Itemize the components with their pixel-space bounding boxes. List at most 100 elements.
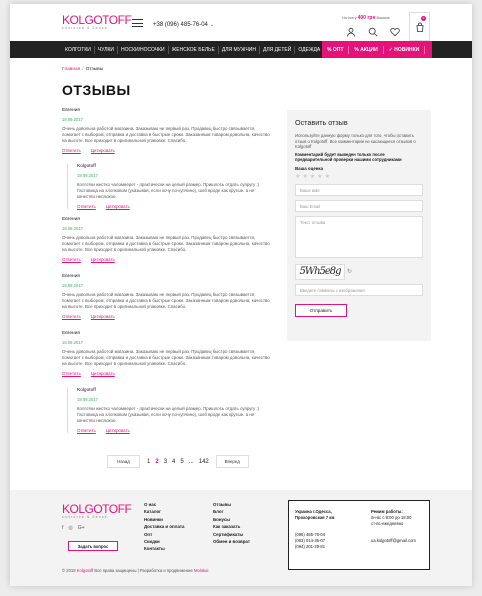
nav-item-novinki[interactable]: ✓ НОВИНКИ bbox=[384, 45, 426, 54]
star-icon[interactable]: ★ bbox=[302, 173, 307, 180]
footer-link[interactable]: Доставка и оплата bbox=[144, 523, 184, 530]
reply-link[interactable]: Ответить bbox=[62, 371, 81, 376]
review-date: 18.09.2017 bbox=[77, 173, 98, 178]
star-icon[interactable]: ★ bbox=[325, 173, 330, 180]
nav-item-kolgotki[interactable]: КОЛГОТКИ bbox=[62, 45, 95, 54]
footer-link[interactable]: Контакты bbox=[144, 545, 184, 552]
review-actions: Ответить Цитировать bbox=[77, 204, 267, 209]
page-title: ОТЗЫВЫ bbox=[62, 82, 131, 98]
ask-question-button[interactable]: Задать вопрос bbox=[68, 541, 118, 551]
footer-link[interactable]: Обмен и возврат bbox=[213, 538, 250, 545]
search-icon[interactable] bbox=[362, 22, 384, 41]
review-date: 18.09.2017 bbox=[62, 226, 83, 231]
footer-logo[interactable]: KOLGOTOFF колготки & белье bbox=[62, 502, 132, 519]
balance-amount: 400 грн bbox=[357, 15, 376, 21]
menu-icon[interactable] bbox=[132, 19, 143, 27]
reply-link[interactable]: Ответить bbox=[62, 257, 81, 262]
quote-link[interactable]: Цитировать bbox=[91, 314, 115, 319]
refresh-icon[interactable]: ↻ bbox=[347, 268, 352, 275]
reply-link[interactable]: Ответить bbox=[77, 428, 96, 433]
breadcrumb-home[interactable]: Главная bbox=[62, 67, 80, 72]
nav-item-opt[interactable]: % ОПТ bbox=[322, 45, 350, 54]
review-text: Очень довольна работой магазина. Заказыв… bbox=[62, 349, 270, 366]
review-date: 18.09.2017 bbox=[62, 117, 83, 122]
nav-item-noski[interactable]: НОСКИ/НОСОЧКИ bbox=[118, 45, 169, 54]
footer-link[interactable]: Новинки bbox=[144, 516, 184, 523]
breadcrumb-separator: / bbox=[82, 67, 84, 72]
nav-item-zhenskoe-bele[interactable]: ЖЕНСКОЕ БЕЛЬЕ bbox=[169, 45, 219, 54]
developer-link[interactable]: Molokai bbox=[194, 568, 208, 573]
page-link[interactable]: 3 bbox=[164, 459, 167, 465]
page-numbers: 1 2 3 4 5 ... 142 bbox=[147, 459, 209, 465]
footer-link[interactable]: Каталог bbox=[144, 508, 184, 515]
prev-page-button[interactable]: Назад bbox=[107, 455, 140, 468]
reply-link[interactable]: Ответить bbox=[62, 314, 81, 319]
nav-item-chulki[interactable]: ЧУЛКИ bbox=[95, 45, 118, 54]
instagram-icon[interactable]: ◎ bbox=[68, 525, 72, 531]
rating-stars[interactable]: ★ ★ ★ ★ ★ bbox=[295, 173, 423, 180]
header: KOLGOTOFF колготки & белье +38 (096) 485… bbox=[10, 4, 472, 41]
footer-link[interactable]: Скидки bbox=[144, 538, 184, 545]
review-item: Евгения 18.09.2017 Очень довольна работо… bbox=[62, 331, 274, 376]
footer: KOLGOTOFF колготки & белье f ◎ G+ Задать… bbox=[10, 490, 472, 586]
quote-link[interactable]: Цитировать bbox=[106, 428, 130, 433]
reply-link[interactable]: Ответить bbox=[62, 148, 81, 153]
captcha-row: 5Wh5e8g ↻ bbox=[295, 263, 423, 280]
contact-address: Украина г.Одесса, Прохоровская 7 км bbox=[295, 509, 335, 520]
page-ellipsis: ... bbox=[188, 458, 194, 465]
quote-link[interactable]: Цитировать bbox=[106, 204, 130, 209]
promo-nav: % ОПТ % АКЦИИ ✓ НОВИНКИ bbox=[322, 41, 432, 58]
nav-item-odezhda[interactable]: ОДЕЖДА bbox=[295, 45, 325, 54]
quote-link[interactable]: Цитировать bbox=[91, 257, 115, 262]
footer-link[interactable]: Блог bbox=[213, 508, 250, 515]
review-text: Очень довольна работой магазина. Заказыв… bbox=[62, 126, 270, 143]
footer-link[interactable]: Сертификаты bbox=[213, 531, 250, 538]
logo-text: KOLGOTOFF bbox=[62, 13, 132, 27]
star-icon[interactable]: ★ bbox=[317, 173, 322, 180]
footer-link[interactable]: Опт bbox=[144, 531, 184, 538]
header-phone[interactable]: +38 (096) 485-76-04 ⌄ bbox=[153, 22, 214, 28]
facebook-icon[interactable]: f bbox=[62, 525, 63, 531]
breadcrumb-current: Отзывы bbox=[85, 67, 104, 72]
page-link[interactable]: 5 bbox=[180, 459, 183, 465]
heart-icon[interactable] bbox=[384, 22, 406, 41]
submit-button[interactable]: Отправить bbox=[295, 303, 347, 317]
star-icon[interactable]: ★ bbox=[310, 173, 315, 180]
footer-link[interactable]: Бонусы bbox=[213, 516, 250, 523]
page-link-current[interactable]: 2 bbox=[155, 459, 158, 465]
email-field[interactable]: Ваш Email bbox=[295, 199, 423, 212]
logo[interactable]: KOLGOTOFF колготки & белье bbox=[62, 13, 132, 30]
review-textarea[interactable]: Текст отзыва bbox=[295, 215, 423, 258]
copyright-brand[interactable]: Kolgotoff bbox=[77, 568, 93, 573]
contact-email[interactable]: ua.kolgotoff@gmail.com bbox=[371, 538, 423, 544]
user-icon[interactable] bbox=[340, 22, 362, 41]
footer-links-col2: Отзывы Блог Бонусы Как заказать Сертифик… bbox=[213, 501, 250, 545]
page-link[interactable]: 4 bbox=[172, 459, 175, 465]
name-field[interactable]: Ваше имя bbox=[295, 183, 423, 196]
page-link[interactable]: 1 bbox=[147, 459, 150, 465]
nav-item-dlya-detey[interactable]: ДЛЯ ДЕТЕЙ bbox=[260, 45, 296, 54]
contact-box: Украина г.Одесса, Прохоровская 7 км Режи… bbox=[288, 500, 430, 570]
review-actions: Ответить Цитировать bbox=[62, 257, 274, 262]
quote-link[interactable]: Цитировать bbox=[91, 148, 115, 153]
star-icon[interactable]: ★ bbox=[295, 173, 300, 180]
googleplus-icon[interactable]: G+ bbox=[78, 525, 85, 531]
reply-link[interactable]: Ответить bbox=[77, 204, 96, 209]
nav-item-dlya-muzhchin[interactable]: ДЛЯ МУЖЧИН bbox=[219, 45, 260, 54]
review-reply: Kolgotoff 18.09.2017 Колготки жестко чал… bbox=[67, 388, 267, 433]
review-author: Евгения bbox=[62, 217, 80, 222]
quote-link[interactable]: Цитировать bbox=[91, 371, 115, 376]
page: KOLGOTOFF колготки & белье +38 (096) 485… bbox=[10, 4, 472, 586]
contact-phone[interactable]: (094) 201-29-81 bbox=[295, 544, 325, 550]
footer-link[interactable]: Отзывы bbox=[213, 501, 250, 508]
next-page-button[interactable]: Вперед bbox=[215, 455, 249, 468]
cart-button[interactable]: 0 bbox=[409, 12, 430, 41]
footer-link[interactable]: О нас bbox=[144, 501, 184, 508]
nav-item-aktsii[interactable]: % АКЦИИ bbox=[349, 45, 384, 54]
page-link[interactable]: 142 bbox=[199, 459, 209, 465]
captcha-field[interactable]: Введите символы с изображения bbox=[295, 283, 423, 296]
review-author: Kolgotoff bbox=[77, 164, 96, 169]
review-text: Очень довольна работой магазина. Заказыв… bbox=[62, 235, 270, 252]
footer-link[interactable]: Как заказать bbox=[213, 523, 250, 530]
review-text: Очень довольна работой магазина. Заказыв… bbox=[62, 292, 270, 309]
